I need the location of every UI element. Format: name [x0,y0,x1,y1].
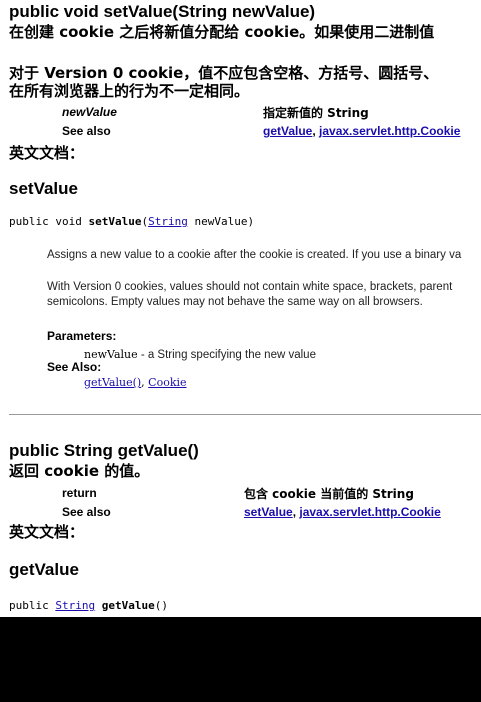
method-signature-getvalue: public String getValue() [9,596,168,614]
sig-name-2: getValue [101,599,155,612]
see-also-label-api: See Also: [47,360,102,374]
sig-prefix: public void [9,215,89,228]
link-cookie-api[interactable]: Cookie [148,376,186,389]
link-getvalue-api[interactable]: getValue() [84,376,141,389]
see-also-links-2: setValue, javax.servlet.http.Cookie [244,505,441,519]
see-also-links: getValue, javax.servlet.http.Cookie [263,124,460,138]
sig-type-link-2[interactable]: String [55,599,95,612]
desc-line-1: 在创建 cookie 之后将新值分配给 cookie。如果使用二进制值 [9,23,435,41]
api-heading-setvalue: setValue [9,179,78,198]
method-title-getvalue: public String getValue() [9,441,199,460]
return-desc: 包含 cookie 当前值的 String [244,487,414,501]
description-para-1: Assigns a new value to a cookie after th… [47,249,462,261]
link-cookie-class[interactable]: javax.servlet.http.Cookie [319,124,460,138]
english-doc-label: 英文文档： [9,144,85,162]
parameters-label: Parameters: [47,329,117,343]
method-signature-setvalue: public void setValue(String newValue) [9,215,254,228]
sig-name: setValue [88,215,142,228]
link-cookie-class-2[interactable]: javax.servlet.http.Cookie [299,505,440,519]
param-name: newValue [62,105,117,119]
english-doc-label-2: 英文文档： [9,523,85,541]
method-title-setvalue: public void setValue(String newValue) [9,2,316,21]
sig-rest-2: () [154,599,168,612]
link-setvalue[interactable]: setValue [244,505,293,519]
param-text: - a String specifying the new value [137,349,316,361]
description-para-2-line-1: With Version 0 cookies, values should no… [47,281,453,293]
description-para-2-line-2: semicolons. Empty values may not behave … [47,296,423,308]
see-also-label-2: See also [62,505,111,519]
sig-type-link[interactable]: String [148,215,188,228]
param-desc: 指定新值的 String [263,106,369,120]
desc-getvalue: 返回 cookie 的值。 [9,462,150,480]
sig-rest: newValue) [187,215,255,228]
see-also-links-api: getValue(), Cookie [84,376,187,389]
document-page: public void setValue(String newValue) 在创… [0,0,481,617]
api-heading-getvalue: getValue [9,560,79,579]
sig-space-2 [95,599,102,612]
return-label: return [62,486,97,500]
desc-line-3: 在所有浏览器上的行为不一定相同。 [9,82,250,100]
sig-prefix-2: public [9,599,56,612]
parameter-row: newValue - a String specifying the new v… [84,345,316,363]
divider [9,414,481,415]
link-getvalue[interactable]: getValue [263,124,312,138]
see-also-label: See also [62,124,111,138]
